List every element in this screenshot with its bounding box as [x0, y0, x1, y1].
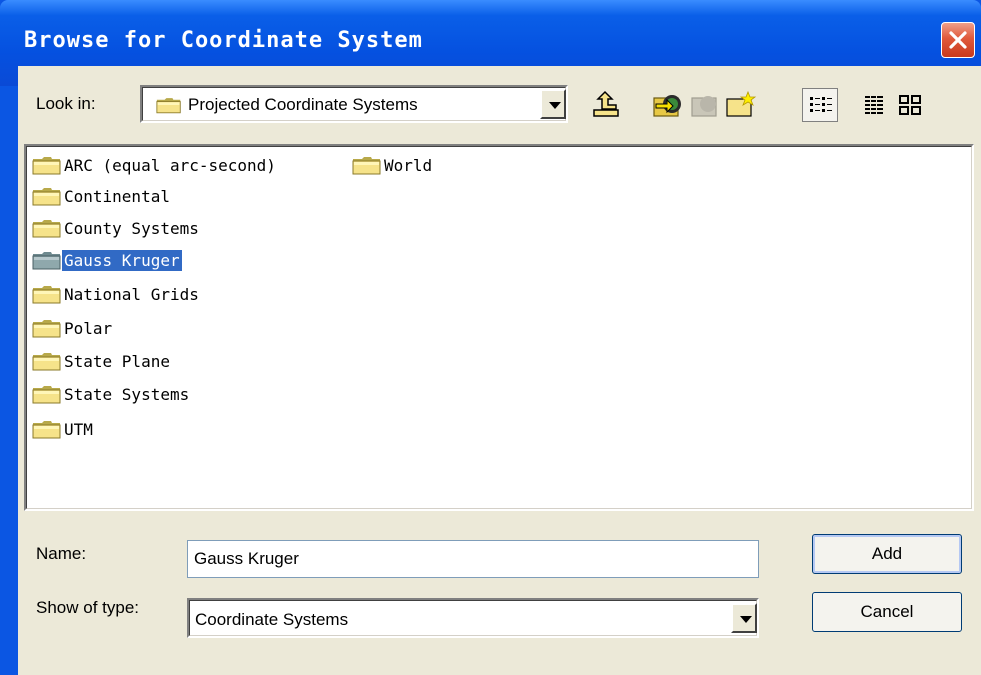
folder-icon [32, 351, 62, 371]
folder-icon [156, 95, 182, 115]
folder-icon [32, 155, 62, 175]
folder-icon [32, 218, 62, 238]
show-of-type-combo[interactable]: Coordinate Systems [187, 598, 759, 638]
list-item[interactable]: County Systems [32, 216, 201, 240]
list-item-label: State Plane [64, 351, 170, 371]
list-item[interactable]: Polar [32, 316, 114, 340]
look-in-value: Projected Coordinate Systems [188, 95, 418, 114]
list-view-icon [810, 97, 832, 112]
cancel-button[interactable]: Cancel [812, 592, 962, 632]
look-in-label: Look in: [36, 94, 96, 113]
list-item[interactable]: UTM [32, 417, 95, 441]
list-item[interactable]: National Grids [32, 282, 201, 306]
show-of-type-label: Show of type: [36, 598, 140, 617]
list-view-button[interactable] [802, 88, 838, 122]
list-item-label: Continental [64, 186, 170, 206]
up-one-level-icon [593, 90, 619, 117]
name-label: Name: [36, 544, 87, 563]
folder-icon [32, 284, 62, 304]
list-item[interactable]: State Systems [32, 382, 191, 406]
show-of-type-dropdown-button[interactable] [731, 603, 757, 633]
show-of-type-value: Coordinate Systems [195, 610, 349, 629]
dialog-client: Look in: Projected Coordinate Systems AR… [18, 66, 981, 675]
window-title: Browse for Coordinate System [24, 28, 423, 53]
list-item-label: UTM [64, 419, 93, 439]
close-button[interactable] [941, 22, 975, 58]
disconnect-folder-button[interactable] [686, 88, 722, 122]
list-item[interactable]: Continental [32, 184, 172, 208]
connect-folder-icon [653, 95, 681, 117]
list-item-label: Gauss Kruger [62, 249, 182, 271]
details-view-icon [865, 96, 883, 114]
new-folder-icon [726, 90, 757, 117]
dialog-window: Browse for Coordinate System Look in: Pr… [0, 0, 981, 675]
add-button[interactable]: Add [812, 534, 962, 574]
thumbnails-view-button[interactable] [892, 88, 928, 122]
list-item[interactable]: World [352, 153, 434, 177]
list-item-label: National Grids [64, 284, 199, 304]
folder-icon [32, 318, 62, 338]
file-list[interactable]: ARC (equal arc-second) World Continental… [24, 144, 974, 511]
thumbnails-view-icon [899, 95, 921, 115]
new-folder-button[interactable] [722, 88, 758, 122]
folder-icon [32, 384, 62, 404]
list-item-label: Polar [64, 318, 113, 338]
look-in-dropdown-button[interactable] [540, 89, 566, 119]
close-icon [949, 31, 967, 49]
name-field[interactable]: Gauss Kruger [187, 540, 759, 578]
disconnect-folder-icon [691, 96, 717, 117]
folder-icon [32, 419, 62, 439]
folder-icon [32, 250, 62, 270]
list-item-label: World [384, 155, 433, 175]
name-field-value: Gauss Kruger [194, 549, 299, 568]
list-item-label: State Systems [64, 384, 190, 404]
connect-folder-button[interactable] [650, 88, 686, 122]
list-item-label: County Systems [64, 218, 199, 238]
list-item[interactable]: Gauss Kruger [32, 248, 182, 272]
list-item[interactable]: ARC (equal arc-second) [32, 153, 278, 177]
look-in-combo[interactable]: Projected Coordinate Systems [140, 85, 568, 123]
details-view-button[interactable] [856, 88, 892, 122]
folder-icon [352, 155, 382, 175]
list-item[interactable]: State Plane [32, 349, 172, 373]
list-item-label: ARC (equal arc-second) [64, 155, 276, 175]
folder-icon [32, 186, 62, 206]
up-one-level-button[interactable] [588, 88, 624, 122]
